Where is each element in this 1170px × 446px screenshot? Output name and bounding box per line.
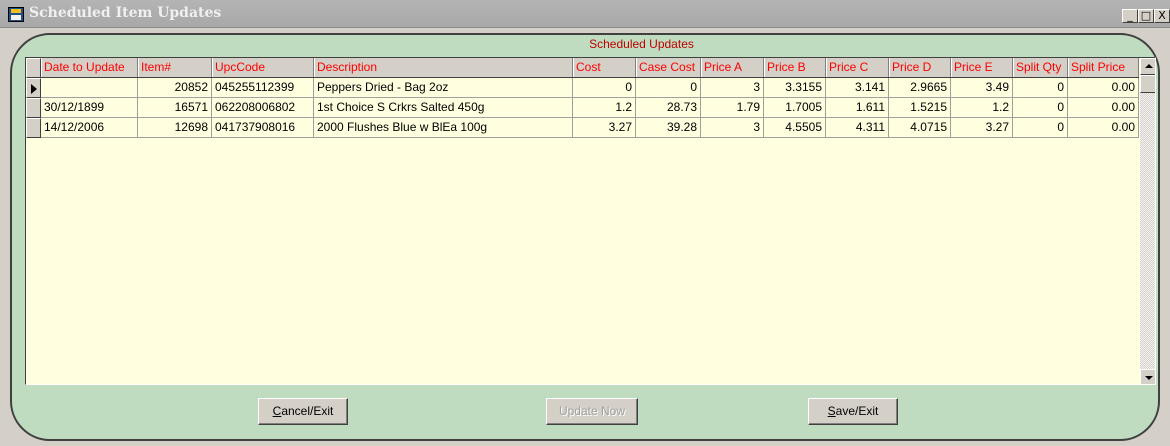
cell-price-c[interactable]: 3.141 (826, 78, 889, 98)
cell-cost[interactable]: 0 (573, 78, 636, 98)
cell-price-a[interactable]: 1.79 (701, 98, 764, 118)
column-header-split-price[interactable]: Split Price (1068, 58, 1139, 77)
close-button[interactable]: X (1154, 9, 1170, 23)
cell-item[interactable]: 12698 (138, 118, 212, 138)
column-header-cost[interactable]: Cost (573, 58, 636, 77)
cell-split-qty[interactable]: 0 (1013, 118, 1068, 138)
cell-date[interactable] (41, 78, 138, 98)
column-header-price-e[interactable]: Price E (951, 58, 1013, 77)
row-selector[interactable] (26, 98, 41, 118)
cell-date[interactable]: 14/12/2006 (41, 118, 138, 138)
cell-desc[interactable]: 1st Choice S Crkrs Salted 450g (314, 98, 573, 118)
cell-price-e[interactable]: 3.49 (951, 78, 1013, 98)
cell-price-b[interactable]: 1.7005 (764, 98, 826, 118)
cell-price-d[interactable]: 1.5215 (889, 98, 951, 118)
column-header-desc[interactable]: Description (314, 58, 573, 77)
updates-grid[interactable]: Date to Update Item# UpcCode Description Cos… (25, 57, 1156, 385)
scroll-down-button[interactable] (1140, 369, 1155, 384)
cell-split-price[interactable]: 0.00 (1068, 78, 1139, 98)
cell-desc[interactable]: 2000 Flushes Blue w BlEa 100g (314, 118, 573, 138)
cell-price-e[interactable]: 3.27 (951, 118, 1013, 138)
column-header-price-d[interactable]: Price D (889, 58, 951, 77)
cell-upc[interactable]: 062208006802 (212, 98, 314, 118)
column-header-split-qty[interactable]: Split Qty (1013, 58, 1068, 77)
cell-split-qty[interactable]: 0 (1013, 98, 1068, 118)
grid-header-row: Date to Update Item# UpcCode Description Cos… (26, 58, 1139, 78)
cell-price-c[interactable]: 4.311 (826, 118, 889, 138)
cell-upc[interactable]: 045255112399 (212, 78, 314, 98)
column-header-price-c[interactable]: Price C (826, 58, 889, 77)
row-selector[interactable] (26, 118, 41, 138)
app-icon[interactable] (8, 7, 24, 22)
scroll-thumb[interactable] (1140, 75, 1155, 93)
cancel-exit-button[interactable]: Cancel/Exit (258, 398, 348, 425)
cell-cost[interactable]: 1.2 (573, 98, 636, 118)
column-header-date[interactable]: Date to Update (41, 58, 138, 77)
cell-price-b[interactable]: 3.3155 (764, 78, 826, 98)
cell-upc[interactable]: 041737908016 (212, 118, 314, 138)
cancel-accel: C (272, 404, 282, 418)
save-accel: S (827, 404, 836, 418)
maximize-button[interactable]: □ (1138, 9, 1154, 23)
cell-desc[interactable]: Peppers Dried - Bag 2oz (314, 78, 573, 98)
table-row[interactable]: 20852 045255112399 Peppers Dried - Bag 2o… (26, 78, 1139, 98)
save-exit-button[interactable]: Save/Exit (808, 398, 898, 425)
arrow-up-icon (1145, 64, 1153, 68)
cell-split-price[interactable]: 0.00 (1068, 98, 1139, 118)
column-header-price-b[interactable]: Price B (764, 58, 826, 77)
column-header-item[interactable]: Item# (138, 58, 212, 77)
arrow-down-icon (1145, 376, 1153, 380)
header-corner (26, 58, 41, 78)
column-header-upc[interactable]: UpcCode (212, 58, 314, 77)
vertical-scrollbar[interactable] (1140, 58, 1155, 384)
table-row[interactable]: 30/12/1899 16571 062208006802 1st Choice S … (26, 98, 1139, 118)
cell-case-cost[interactable]: 0 (636, 78, 701, 98)
column-header-case-cost[interactable]: Case Cost (636, 58, 701, 77)
cell-case-cost[interactable]: 39.28 (636, 118, 701, 138)
cell-split-qty[interactable]: 0 (1013, 78, 1068, 98)
cell-case-cost[interactable]: 28.73 (636, 98, 701, 118)
update-now-button[interactable]: Update Now (546, 398, 638, 425)
cell-price-b[interactable]: 4.5505 (764, 118, 826, 138)
cancel-label: ancel/Exit (281, 404, 334, 418)
cell-price-a[interactable]: 3 (701, 118, 764, 138)
cell-price-d[interactable]: 4.0715 (889, 118, 951, 138)
cell-price-e[interactable]: 1.2 (951, 98, 1013, 118)
cell-cost[interactable]: 3.27 (573, 118, 636, 138)
table-row[interactable]: 14/12/2006 12698 041737908016 2000 Flushes … (26, 118, 1139, 138)
cell-date[interactable]: 30/12/1899 (41, 98, 138, 118)
cell-item[interactable]: 16571 (138, 98, 212, 118)
grid-caption: Scheduled Updates (589, 37, 694, 51)
cell-price-d[interactable]: 2.9665 (889, 78, 951, 98)
cell-price-a[interactable]: 3 (701, 78, 764, 98)
cell-item[interactable]: 20852 (138, 78, 212, 98)
column-header-price-a[interactable]: Price A (701, 58, 764, 77)
scroll-up-button[interactable] (1140, 58, 1155, 75)
save-label: ave/Exit (835, 404, 879, 418)
current-row-arrow-icon (31, 84, 37, 94)
cell-split-price[interactable]: 0.00 (1068, 118, 1139, 138)
row-selector[interactable] (26, 78, 41, 98)
cell-price-c[interactable]: 1.611 (826, 98, 889, 118)
window-title: Scheduled Item Updates (29, 5, 222, 21)
minimize-button[interactable]: _ (1122, 9, 1138, 23)
title-bar[interactable]: Scheduled Item Updates _ □ X (0, 0, 1170, 28)
